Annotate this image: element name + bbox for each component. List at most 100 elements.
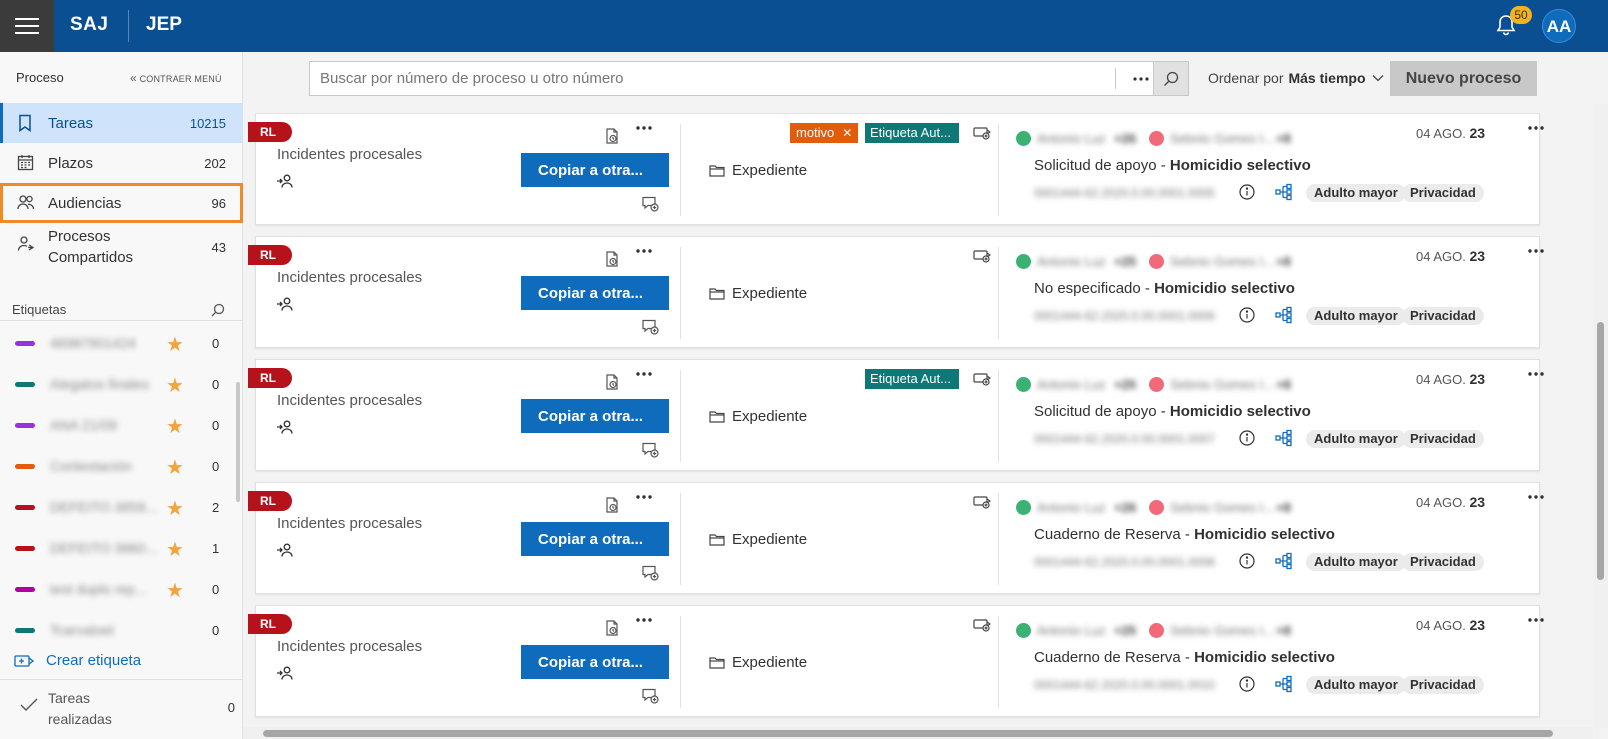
sidebar-scrollbar[interactable]: [236, 382, 240, 502]
tag-add-icon[interactable]: [973, 126, 991, 140]
copy-to-button[interactable]: Copiar a otra...: [521, 522, 669, 556]
task-subject[interactable]: Solicitud de apoyo - Homicidio selectivo: [1034, 403, 1311, 420]
task-title[interactable]: Incidentes procesales: [277, 269, 422, 286]
tag-item[interactable]: test duplo rep... ★ 0: [0, 570, 236, 611]
tag-chip-etiqueta[interactable]: Etiqueta Aut...: [865, 123, 959, 143]
tag-add-icon[interactable]: [973, 495, 991, 509]
star-icon[interactable]: ★: [166, 578, 184, 603]
tag-chip-motivo[interactable]: motivo ✕: [790, 123, 859, 143]
task-card[interactable]: RL Incidentes procesales Copiar a otra... E…: [248, 482, 1544, 594]
process-number[interactable]: 0001444-62.2020.0.00.0001.0010: [1034, 678, 1215, 692]
tag-item[interactable]: Contestación ★ 0: [0, 447, 236, 488]
assign-icon[interactable]: [276, 666, 294, 680]
search-button[interactable]: [1153, 61, 1189, 96]
task-title[interactable]: Incidentes procesales: [277, 515, 422, 532]
tree-icon[interactable]: [1275, 675, 1293, 693]
case-chip[interactable]: Privacidad: [1402, 553, 1484, 571]
task-subject[interactable]: Cuaderno de Reserva - Homicidio selectiv…: [1034, 526, 1335, 543]
case-chip[interactable]: Privacidad: [1402, 307, 1484, 325]
process-number[interactable]: 0001444-62.2020.0.00.0001.0008: [1034, 555, 1215, 569]
tree-icon[interactable]: [1275, 429, 1293, 447]
star-icon[interactable]: ★: [166, 455, 184, 480]
horizontal-scrollbar[interactable]: [243, 727, 1593, 739]
sidebar-item-procesos-compartidos[interactable]: Procesos Compartidos 43: [0, 223, 243, 271]
case-chip[interactable]: Privacidad: [1402, 184, 1484, 202]
menu-button[interactable]: [0, 0, 54, 52]
task-title[interactable]: Incidentes procesales: [277, 392, 422, 409]
expediente-link[interactable]: Expediente: [709, 654, 807, 671]
new-process-button[interactable]: Nuevo proceso: [1390, 61, 1537, 96]
tareas-realizadas-item[interactable]: Tareas realizadas 0: [20, 686, 235, 738]
case-chip[interactable]: Adulto mayor: [1306, 307, 1406, 325]
comment-add-icon[interactable]: [642, 565, 659, 581]
case-chip[interactable]: Privacidad: [1402, 676, 1484, 694]
expediente-link[interactable]: Expediente: [709, 162, 807, 179]
case-chip[interactable]: Adulto mayor: [1306, 553, 1406, 571]
tree-icon[interactable]: [1275, 552, 1293, 570]
history-icon[interactable]: [605, 128, 619, 144]
sort-dropdown[interactable]: Ordenar por Más tiempo: [1208, 70, 1384, 86]
user-avatar[interactable]: AA: [1542, 9, 1576, 43]
tag-add-icon[interactable]: [973, 618, 991, 632]
copy-to-button[interactable]: Copiar a otra...: [521, 399, 669, 433]
task-card[interactable]: RL Incidentes procesales Copiar a otra... E…: [248, 605, 1544, 717]
case-chip[interactable]: Privacidad: [1402, 430, 1484, 448]
star-icon[interactable]: ★: [166, 414, 184, 439]
more-icon[interactable]: [1528, 249, 1544, 253]
info-icon[interactable]: [1239, 184, 1255, 200]
case-chip[interactable]: Adulto mayor: [1306, 184, 1406, 202]
info-icon[interactable]: [1239, 430, 1255, 446]
assign-icon[interactable]: [276, 420, 294, 434]
collapse-menu-button[interactable]: « CONTRAER MENÚ: [130, 71, 222, 85]
comment-add-icon[interactable]: [642, 319, 659, 335]
star-icon[interactable]: ★: [166, 496, 184, 521]
vertical-scrollbar[interactable]: [1593, 104, 1608, 728]
comment-add-icon[interactable]: [642, 442, 659, 458]
more-icon[interactable]: [1528, 495, 1544, 499]
case-chip[interactable]: Adulto mayor: [1306, 430, 1406, 448]
tag-add-icon[interactable]: [973, 249, 991, 263]
sidebar-item-audiencias[interactable]: Audiencias 96: [0, 183, 243, 223]
more-icon[interactable]: [636, 495, 652, 499]
star-icon[interactable]: ★: [166, 373, 184, 398]
search-input[interactable]: [320, 62, 1115, 95]
copy-to-button[interactable]: Copiar a otra...: [521, 276, 669, 310]
more-icon[interactable]: [1528, 618, 1544, 622]
task-subject[interactable]: Solicitud de apoyo - Homicidio selectivo: [1034, 157, 1311, 174]
tag-item[interactable]: Tcarvaloet 0: [0, 611, 236, 652]
expediente-link[interactable]: Expediente: [709, 531, 807, 548]
process-number[interactable]: 0001444-62.2020.0.00.0001.0005: [1034, 186, 1215, 200]
assign-icon[interactable]: [276, 297, 294, 311]
info-icon[interactable]: [1239, 676, 1255, 692]
task-subject[interactable]: Cuaderno de Reserva - Homicidio selectiv…: [1034, 649, 1335, 666]
star-icon[interactable]: ★: [166, 332, 184, 357]
close-icon[interactable]: ✕: [842, 123, 852, 143]
scroll-thumb[interactable]: [1597, 322, 1604, 580]
info-icon[interactable]: [1239, 553, 1255, 569]
case-chip[interactable]: Adulto mayor: [1306, 676, 1406, 694]
more-icon[interactable]: [636, 618, 652, 622]
expediente-link[interactable]: Expediente: [709, 408, 807, 425]
task-card[interactable]: RL Incidentes procesales Copiar a otra... E…: [248, 113, 1544, 225]
tag-item[interactable]: DEFEITO 3860... ★ 1: [0, 529, 236, 570]
search-icon[interactable]: [211, 303, 225, 317]
process-number[interactable]: 0001444-62.2020.0.00.0001.0006: [1034, 309, 1215, 323]
history-icon[interactable]: [605, 374, 619, 390]
history-icon[interactable]: [605, 497, 619, 513]
tag-add-icon[interactable]: [973, 372, 991, 386]
scroll-thumb[interactable]: [263, 730, 1553, 737]
sidebar-item-plazos[interactable]: Plazos 202: [0, 143, 243, 183]
task-card[interactable]: RL Incidentes procesales Copiar a otra... E…: [248, 359, 1544, 471]
info-icon[interactable]: [1239, 307, 1255, 323]
assign-icon[interactable]: [276, 543, 294, 557]
comment-add-icon[interactable]: [642, 688, 659, 704]
sidebar-item-tareas[interactable]: Tareas 10215: [0, 103, 243, 143]
tag-item[interactable]: Alegatos finales ★ 0: [0, 365, 236, 406]
task-card[interactable]: RL Incidentes procesales Copiar a otra... E…: [248, 236, 1544, 348]
star-icon[interactable]: ★: [166, 537, 184, 562]
tag-item[interactable]: ANA 21/09 ★ 0: [0, 406, 236, 447]
more-icon[interactable]: [1528, 126, 1544, 130]
tag-item[interactable]: 46987901424 ★ 0: [0, 324, 236, 365]
task-title[interactable]: Incidentes procesales: [277, 638, 422, 655]
tree-icon[interactable]: [1275, 306, 1293, 324]
